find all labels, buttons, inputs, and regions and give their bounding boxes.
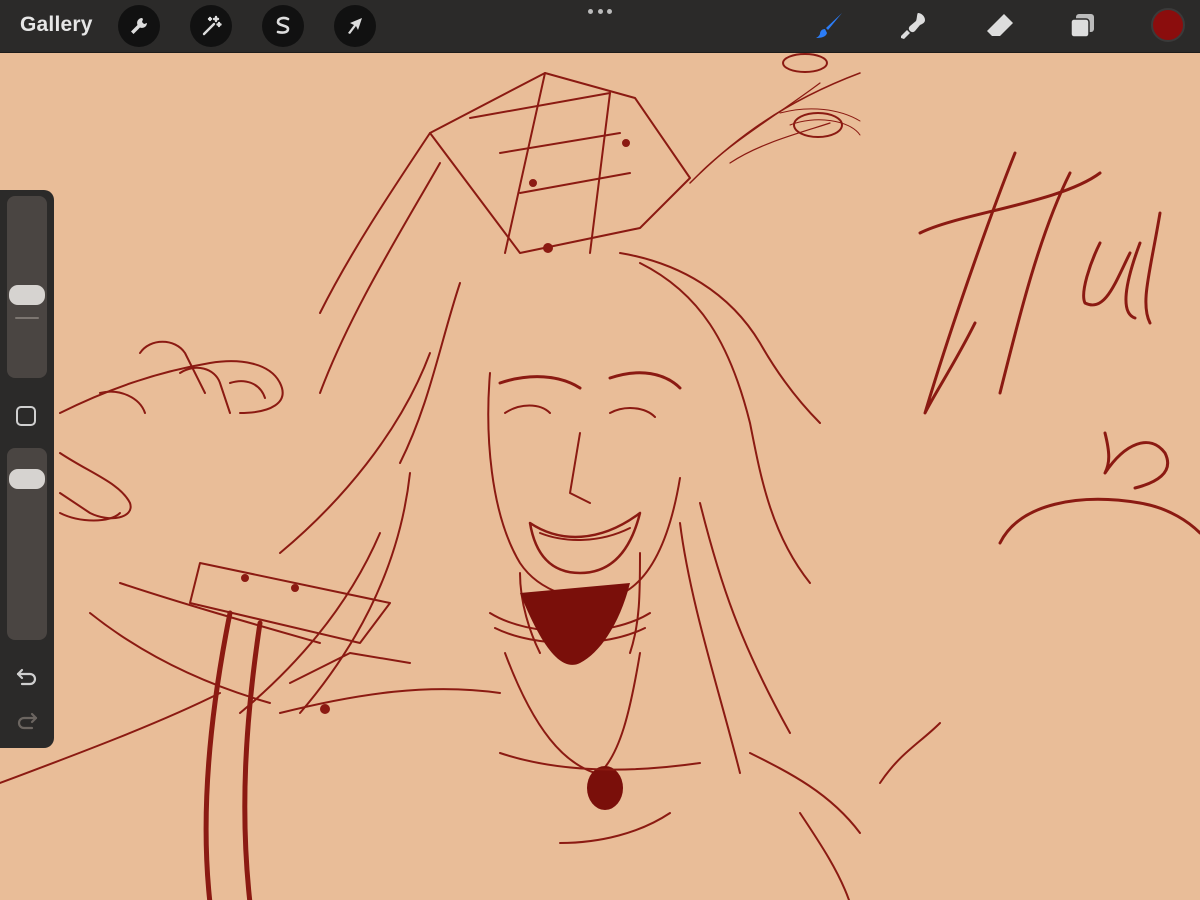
magic-wand-icon bbox=[202, 15, 222, 36]
brush-tool[interactable] bbox=[811, 7, 849, 45]
selection-button[interactable] bbox=[262, 5, 304, 47]
color-swatch[interactable] bbox=[1151, 8, 1185, 42]
transform-button[interactable] bbox=[334, 5, 376, 47]
smudge-tool[interactable] bbox=[895, 7, 933, 45]
transform-icon bbox=[348, 18, 362, 34]
brush-icon bbox=[816, 13, 842, 38]
wrench-icon bbox=[131, 18, 147, 34]
selection-icon bbox=[276, 16, 290, 34]
eraser-icon bbox=[987, 14, 1013, 36]
actions-button[interactable] bbox=[118, 5, 160, 47]
canvas-handle-dots[interactable] bbox=[588, 9, 612, 17]
layers-tool[interactable] bbox=[1064, 7, 1102, 45]
gallery-button[interactable]: Gallery bbox=[20, 13, 93, 37]
smudge-icon bbox=[901, 13, 925, 39]
line-art-illustration bbox=[0, 53, 1200, 900]
adjustments-button[interactable] bbox=[190, 5, 232, 47]
layers-icon bbox=[1070, 14, 1094, 38]
drawing-canvas[interactable] bbox=[0, 53, 1200, 900]
top-toolbar: Gallery bbox=[0, 0, 1200, 53]
eraser-tool[interactable] bbox=[981, 7, 1019, 45]
